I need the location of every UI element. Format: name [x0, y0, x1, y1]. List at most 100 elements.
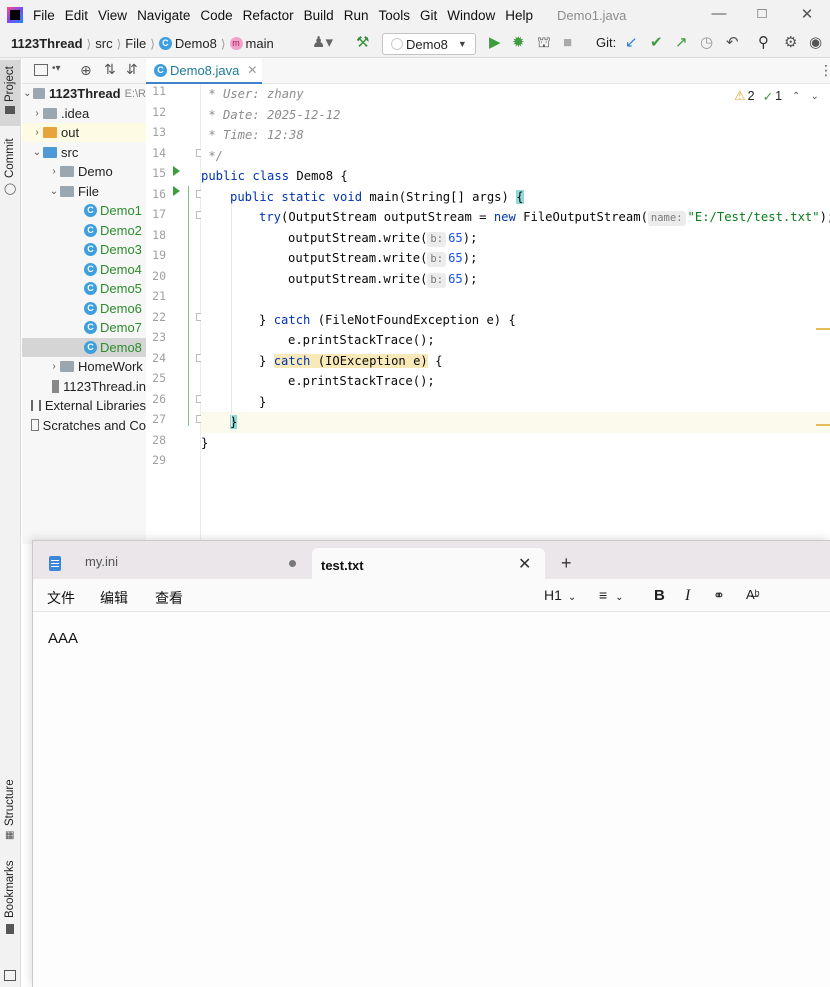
- class-icon: C: [84, 204, 97, 217]
- tree-item-idea[interactable]: › .idea: [22, 104, 146, 123]
- rollback-icon[interactable]: ↶: [726, 34, 739, 52]
- new-tab-plus-icon[interactable]: +: [561, 553, 572, 573]
- editor-tab-active[interactable]: C Demo8.java ✕: [146, 58, 262, 84]
- scrollbar-warning-marker[interactable]: [816, 424, 830, 426]
- close-tab-icon[interactable]: ✕: [518, 554, 531, 574]
- run-configuration-select[interactable]: Demo8 ▼: [382, 33, 476, 55]
- menu-git[interactable]: Git: [420, 8, 437, 23]
- chevron-right-icon[interactable]: ›: [48, 361, 60, 372]
- chevron-down-icon[interactable]: •▾: [52, 63, 61, 74]
- menu-view[interactable]: View: [98, 8, 127, 23]
- tree-item-class-selected[interactable]: C Demo8: [22, 337, 146, 357]
- scrollbar-warning-marker[interactable]: [816, 328, 830, 330]
- run-gutter-icon[interactable]: [173, 186, 180, 196]
- tree-item-class[interactable]: C Demo1: [22, 201, 146, 220]
- bookmarks-stripe-label[interactable]: Bookmarks: [4, 860, 16, 918]
- maximize-icon[interactable]: □: [752, 5, 772, 22]
- method-icon: m: [229, 37, 243, 50]
- menu-help[interactable]: Help: [505, 8, 533, 23]
- menu-refactor[interactable]: Refactor: [243, 8, 294, 23]
- unsaved-dot-icon[interactable]: [289, 560, 296, 567]
- chevron-down-icon[interactable]: ⌄: [48, 186, 60, 197]
- search-icon[interactable]: ⚲: [758, 34, 769, 52]
- tree-item-package-file[interactable]: ⌄ File: [22, 182, 146, 201]
- expand-all-icon[interactable]: ⇅: [104, 61, 116, 78]
- git-commit-icon[interactable]: ✔: [650, 34, 663, 52]
- minimize-icon[interactable]: —: [709, 5, 729, 22]
- clear-formatting-icon[interactable]: A̶ᵇ: [746, 587, 760, 602]
- structure-stripe-label[interactable]: Structure: [4, 779, 16, 826]
- breadcrumb-class[interactable]: C Demo8: [158, 36, 217, 51]
- code-text: e.printStackTrace();: [288, 374, 435, 388]
- bold-icon[interactable]: B: [654, 587, 665, 604]
- menu-navigate[interactable]: Navigate: [137, 8, 190, 23]
- notepad-menu-view[interactable]: 查看: [155, 588, 183, 608]
- menu-tools[interactable]: Tools: [378, 8, 410, 23]
- tree-item-out[interactable]: › out: [22, 123, 146, 142]
- run-icon[interactable]: ▶: [489, 34, 501, 52]
- more-options-icon[interactable]: ⋮: [819, 62, 830, 79]
- tree-item-class[interactable]: C Demo5: [22, 279, 146, 298]
- menu-edit[interactable]: Edit: [65, 8, 88, 23]
- locate-icon[interactable]: ⊕: [80, 62, 92, 79]
- collapse-all-icon[interactable]: ⇵: [126, 61, 138, 78]
- code-text: FileOutputStream(: [515, 210, 648, 224]
- link-icon[interactable]: ⚭: [713, 587, 725, 604]
- notepad-tab-my-ini[interactable]: my.ini: [85, 554, 118, 569]
- build-hammer-icon[interactable]: ⚒: [356, 34, 369, 52]
- coverage-icon[interactable]: ⛫: [537, 34, 551, 52]
- notepad-tab-test-txt[interactable]: test.txt ✕: [312, 548, 545, 579]
- menu-build[interactable]: Build: [304, 8, 334, 23]
- tree-item-class[interactable]: C Demo4: [22, 260, 146, 279]
- git-update-icon[interactable]: ↙: [625, 34, 638, 52]
- tree-item-project-root[interactable]: ⌄ 1123Thread E:\R: [22, 84, 146, 103]
- project-stripe-label[interactable]: Project: [4, 66, 16, 102]
- tree-item-class[interactable]: C Demo7: [22, 318, 146, 337]
- notepad-menu-edit[interactable]: 编辑: [100, 588, 128, 608]
- notepad-menu-file[interactable]: 文件: [47, 588, 75, 608]
- history-icon[interactable]: ◷: [700, 34, 713, 52]
- chevron-right-icon[interactable]: ›: [31, 108, 43, 119]
- tree-item-package-homework[interactable]: › HomeWork: [22, 357, 146, 376]
- view-mode-icon[interactable]: [34, 64, 48, 76]
- menu-file[interactable]: File: [33, 8, 55, 23]
- chevron-right-icon[interactable]: ›: [31, 127, 43, 138]
- run-gutter-icon[interactable]: [173, 166, 180, 176]
- stop-icon[interactable]: ■: [563, 34, 572, 52]
- inspection-widget[interactable]: ⚠ 2 ✓ 1 ⌃ ⌄: [734, 88, 819, 104]
- terminal-icon[interactable]: [4, 970, 16, 981]
- italic-icon[interactable]: I: [685, 587, 690, 605]
- git-push-icon[interactable]: ↗: [675, 34, 688, 52]
- tree-item-external-libraries[interactable]: External Libraries: [22, 396, 146, 415]
- tree-item-class[interactable]: C Demo3: [22, 240, 146, 259]
- chevron-right-icon[interactable]: ›: [48, 166, 60, 177]
- commit-stripe-label[interactable]: Commit: [4, 138, 16, 178]
- chevron-up-icon[interactable]: ⌃: [792, 91, 800, 102]
- debug-icon[interactable]: ✹: [512, 34, 525, 52]
- breadcrumb-project[interactable]: 1123Thread: [11, 36, 83, 51]
- ide-logo-icon[interactable]: ◉: [809, 34, 822, 52]
- menu-window[interactable]: Window: [447, 8, 495, 23]
- tree-item-src[interactable]: ⌄ src: [22, 143, 146, 162]
- code-editor[interactable]: * User: zhany * Date: 2025-12-12 * Time:…: [201, 84, 830, 544]
- list-select[interactable]: ≡ ⌄: [599, 587, 624, 603]
- settings-gear-icon[interactable]: ⚙: [784, 34, 797, 52]
- notepad-text-area[interactable]: AAA: [33, 613, 830, 987]
- breadcrumb-method[interactable]: m main: [229, 36, 274, 51]
- close-tab-icon[interactable]: ✕: [247, 63, 257, 77]
- close-icon[interactable]: ✕: [797, 5, 817, 23]
- tree-item-class[interactable]: C Demo6: [22, 299, 146, 318]
- chevron-down-icon[interactable]: ⌄: [31, 147, 43, 158]
- breadcrumb-src[interactable]: src: [95, 36, 112, 51]
- chevron-down-icon[interactable]: ⌄: [22, 88, 33, 99]
- menu-code[interactable]: Code: [200, 8, 232, 23]
- heading-select[interactable]: H1 ⌄: [544, 587, 576, 603]
- chevron-down-icon[interactable]: ⌄: [810, 91, 818, 102]
- breadcrumb-file[interactable]: File: [125, 36, 146, 51]
- tree-item-package-demo[interactable]: › Demo: [22, 162, 146, 181]
- user-icon[interactable]: ♟▾: [312, 34, 333, 52]
- tree-item-scratches[interactable]: Scratches and Co: [22, 416, 146, 435]
- menu-run[interactable]: Run: [344, 8, 369, 23]
- tree-item-class[interactable]: C Demo2: [22, 221, 146, 240]
- tree-item-iml-file[interactable]: 1123Thread.in: [22, 377, 146, 396]
